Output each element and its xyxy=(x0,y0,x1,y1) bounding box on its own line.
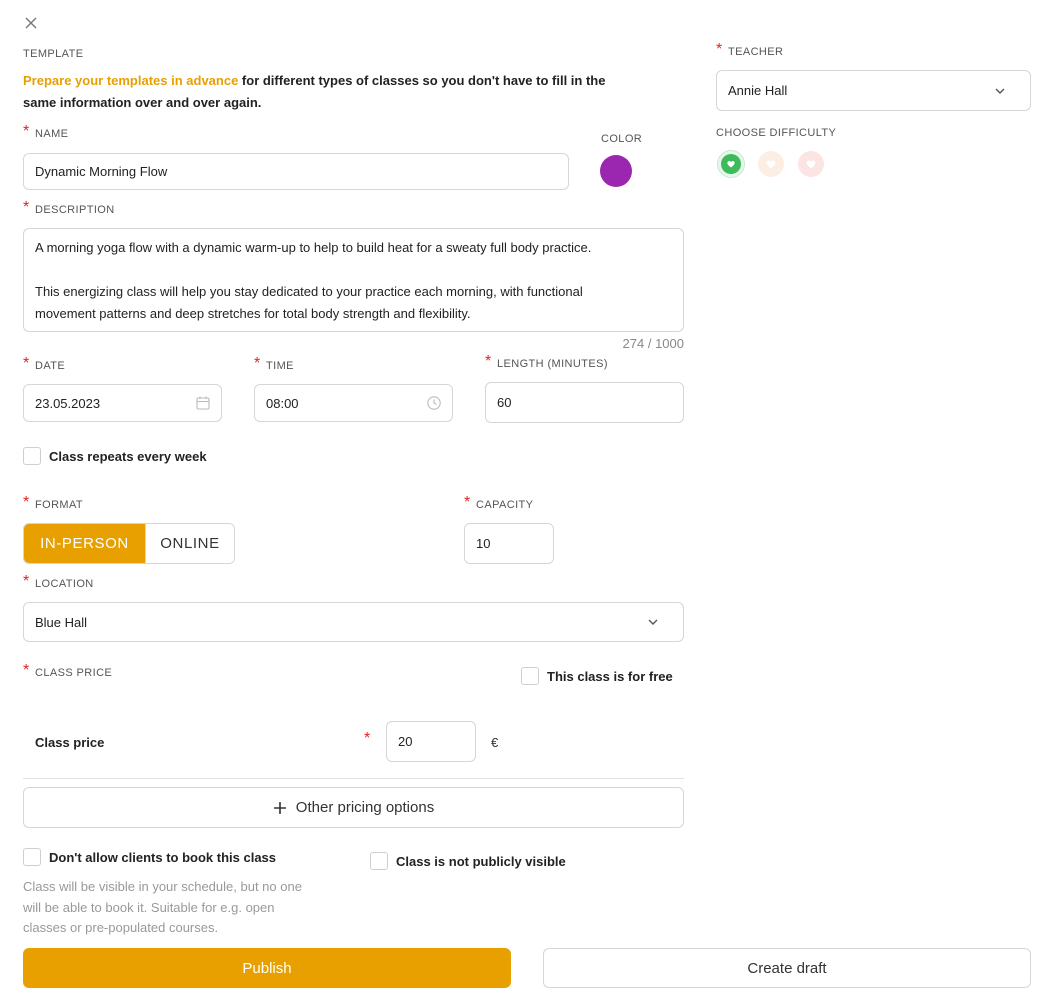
template-text-2: same information over and over again. xyxy=(23,95,262,110)
required-marker: * xyxy=(23,494,30,511)
color-label: COLOR xyxy=(601,133,643,145)
teacher-label: TEACHER xyxy=(728,46,784,58)
description-textarea[interactable]: A morning yoga flow with a dynamic warm-… xyxy=(23,228,684,332)
capacity-label: CAPACITY xyxy=(476,499,534,511)
required-marker: * xyxy=(464,494,471,511)
capacity-value: 10 xyxy=(476,536,491,551)
length-input[interactable]: 60 xyxy=(485,382,684,423)
difficulty-easy[interactable] xyxy=(717,150,745,178)
free-class-checkbox[interactable] xyxy=(521,667,539,685)
required-marker: * xyxy=(23,123,30,140)
required-marker: * xyxy=(23,355,30,372)
required-marker: * xyxy=(485,353,492,370)
not-public-label[interactable]: Class is not publicly visible xyxy=(396,854,566,869)
other-pricing-button[interactable]: Other pricing options xyxy=(23,787,684,828)
name-input[interactable]: Dynamic Morning Flow xyxy=(23,153,569,190)
help-line-2: will be able to book it. Suitable for e.… xyxy=(23,899,275,915)
difficulty-label: CHOOSE DIFFICULTY xyxy=(716,127,837,139)
easy-heart-icon xyxy=(721,154,741,174)
free-class-label[interactable]: This class is for free xyxy=(547,669,673,684)
class-price-label: CLASS PRICE xyxy=(35,667,113,679)
character-counter: 274 / 1000 xyxy=(622,336,684,351)
time-label: TIME xyxy=(266,360,294,372)
name-value: Dynamic Morning Flow xyxy=(35,164,168,179)
template-label: TEMPLATE xyxy=(23,48,84,60)
name-label: NAME xyxy=(35,128,69,140)
color-swatch[interactable] xyxy=(600,155,632,187)
no-booking-help: Class will be visible in your schedule, … xyxy=(23,877,353,939)
location-select[interactable]: Blue Hall xyxy=(23,602,684,642)
create-draft-button[interactable]: Create draft xyxy=(543,948,1031,988)
length-value: 60 xyxy=(497,395,512,410)
teacher-value: Annie Hall xyxy=(728,83,788,98)
divider xyxy=(23,778,684,779)
template-link[interactable]: Prepare your templates in advance xyxy=(23,73,238,88)
required-marker: * xyxy=(364,730,371,747)
price-input[interactable]: 20 xyxy=(386,721,476,762)
price-value: 20 xyxy=(398,734,413,749)
difficulty-hard[interactable] xyxy=(798,151,824,177)
hard-heart-icon xyxy=(806,160,816,169)
teacher-select[interactable]: Annie Hall xyxy=(716,70,1031,111)
capacity-input[interactable]: 10 xyxy=(464,523,554,564)
time-input[interactable]: 08:00 xyxy=(254,384,453,422)
format-option-in-person[interactable]: IN-PERSON xyxy=(24,524,145,563)
chevron-down-icon[interactable] xyxy=(646,615,660,629)
location-label: LOCATION xyxy=(35,578,94,590)
clock-icon[interactable] xyxy=(426,395,442,411)
repeats-label[interactable]: Class repeats every week xyxy=(49,449,207,464)
format-option-online[interactable]: ONLINE xyxy=(145,524,234,563)
medium-heart-icon xyxy=(766,160,776,169)
format-toggle: IN-PERSON ONLINE xyxy=(23,523,235,564)
location-value: Blue Hall xyxy=(35,614,88,630)
description-paragraph-2b: movement patterns and deep stretches for… xyxy=(35,306,471,321)
required-marker: * xyxy=(254,355,261,372)
no-booking-label[interactable]: Don't allow clients to book this class xyxy=(49,850,276,865)
difficulty-medium[interactable] xyxy=(758,151,784,177)
no-booking-checkbox[interactable] xyxy=(23,848,41,866)
time-value: 08:00 xyxy=(266,395,299,411)
calendar-icon[interactable] xyxy=(195,395,211,411)
format-label: FORMAT xyxy=(35,499,84,511)
description-label: DESCRIPTION xyxy=(35,204,115,216)
price-row-label: Class price xyxy=(35,735,105,750)
help-line-1: Class will be visible in your schedule, … xyxy=(23,879,302,894)
date-input[interactable]: 23.05.2023 xyxy=(23,384,222,422)
length-label: LENGTH (MINUTES) xyxy=(497,358,608,370)
date-label: DATE xyxy=(35,360,66,372)
close-icon[interactable] xyxy=(22,14,40,32)
publish-button[interactable]: Publish xyxy=(23,948,511,988)
required-marker: * xyxy=(716,41,723,58)
required-marker: * xyxy=(23,573,30,590)
repeats-checkbox[interactable] xyxy=(23,447,41,465)
not-public-checkbox[interactable] xyxy=(370,852,388,870)
template-description: Prepare your templates in advance for di… xyxy=(23,70,693,114)
help-line-3: classes or pre-populated courses. xyxy=(23,920,219,935)
required-marker: * xyxy=(23,199,30,216)
plus-icon xyxy=(273,801,286,814)
currency-symbol: € xyxy=(491,735,499,750)
other-pricing-label: Other pricing options xyxy=(295,799,435,816)
chevron-down-icon[interactable] xyxy=(993,84,1007,98)
description-paragraph-2a: This energizing class will help you stay… xyxy=(35,284,583,299)
required-marker: * xyxy=(23,662,30,679)
date-value: 23.05.2023 xyxy=(35,395,101,411)
template-text-1: for different types of classes so you do… xyxy=(238,73,606,88)
description-paragraph-1: A morning yoga flow with a dynamic warm-… xyxy=(35,240,592,255)
